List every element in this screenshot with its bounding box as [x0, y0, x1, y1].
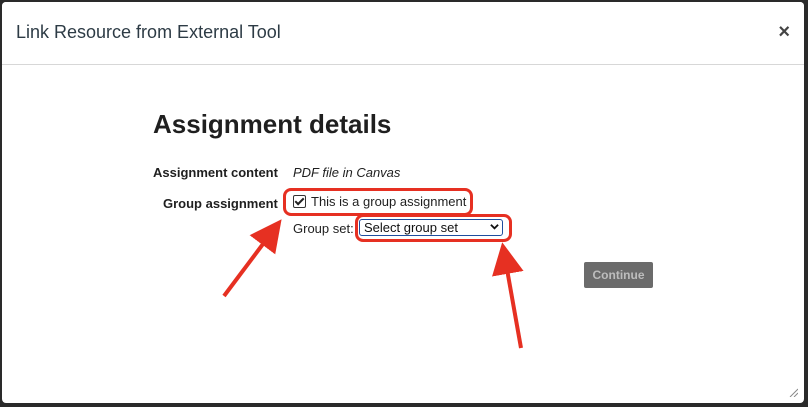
assignment-content-label: Assignment content — [153, 165, 278, 180]
close-button[interactable]: × — [778, 22, 790, 42]
group-set-label: Group set: — [293, 221, 354, 236]
resize-handle-icon[interactable] — [788, 387, 798, 397]
assignment-content-value: PDF file in Canvas — [293, 165, 401, 180]
continue-button[interactable]: Continue — [584, 262, 653, 288]
checkbox-highlight — [283, 188, 473, 216]
select-highlight — [355, 214, 512, 242]
external-tool-dialog: Link Resource from External Tool × Assig… — [2, 2, 804, 403]
dialog-titlebar: Link Resource from External Tool × — [2, 2, 804, 65]
group-assignment-label: Group assignment — [163, 196, 278, 211]
dialog-title: Link Resource from External Tool — [16, 22, 281, 42]
page-title: Assignment details — [153, 109, 392, 139]
